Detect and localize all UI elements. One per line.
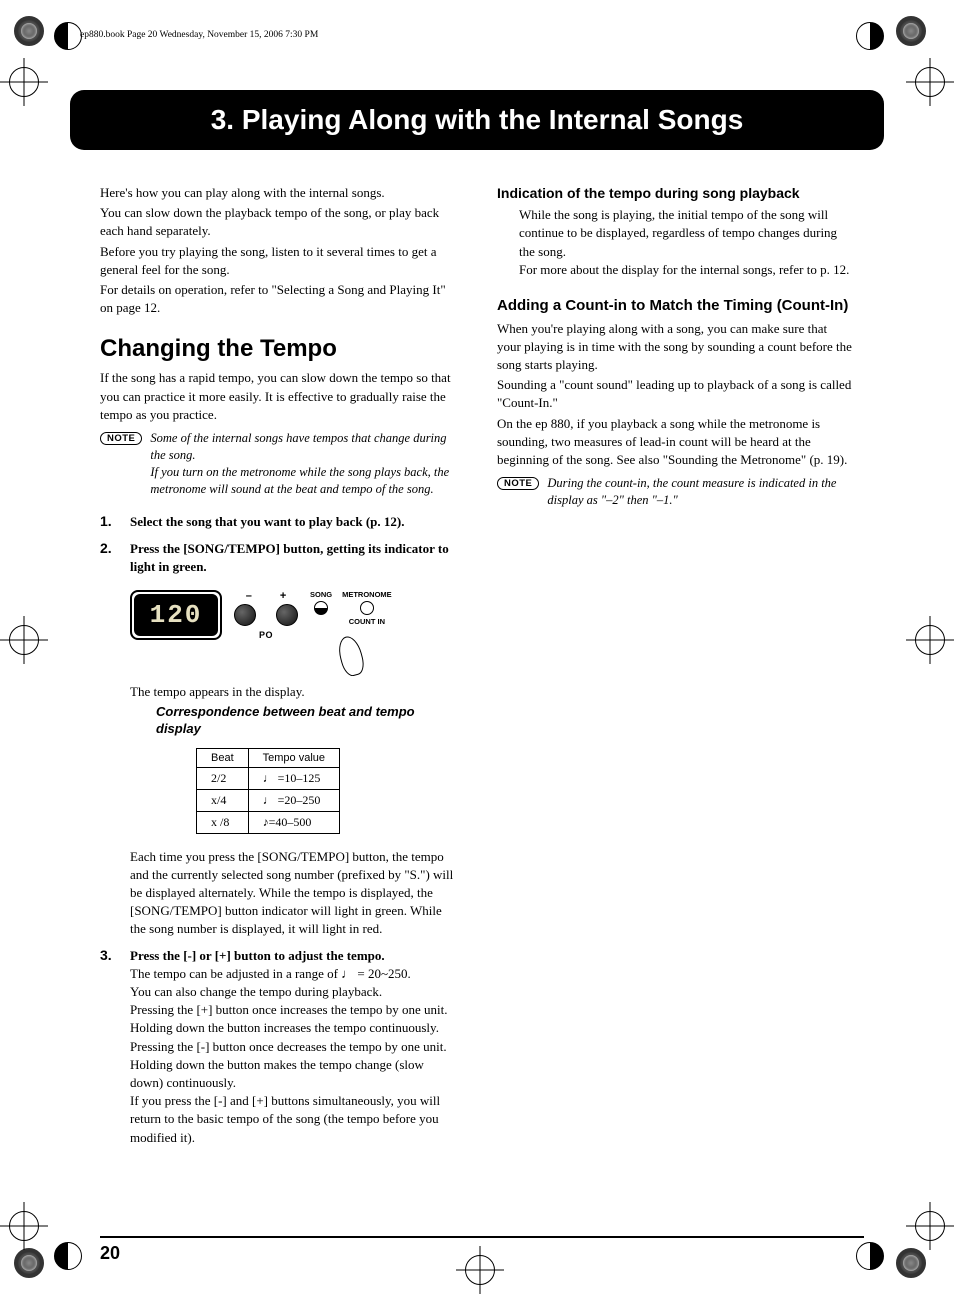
right-button-cluster: SONG METRONOME COUNT IN [310,590,392,676]
song-label: SONG [310,590,332,599]
minus-label: – [246,590,252,602]
step3-p2: You can also change the tempo during pla… [130,983,457,1001]
finger-icon [335,634,367,678]
step3-p5: If you press the [-] and [+] buttons sim… [130,1092,457,1147]
heading-indication: Indication of the tempo during song play… [497,184,854,202]
cell-value: ♩ =20–250 [248,789,339,811]
tempo-small-label: PO [259,630,273,640]
cell-value: ♪=40–500 [248,811,339,833]
caption-tempo-display: The tempo appears in the display. [130,684,457,700]
intro-block: Here's how you can play along with the i… [100,184,457,317]
note-text: During the count-in, the count measure i… [547,475,854,509]
indication-p1: While the song is playing, the initial t… [519,206,854,261]
step-1-title: Select the song that you want to play ba… [130,514,404,529]
note-badge: NOTE [100,432,142,445]
cell-beat: 2/2 [197,767,249,789]
th-value: Tempo value [248,748,339,767]
note-countin: NOTE During the count-in, the count meas… [497,475,854,509]
tempo-table: Beat Tempo value 2/2 ♩ =10–125 x/4 ♩ =20… [196,748,340,834]
step-3-num: 3. [100,947,118,1147]
countin-label: COUNT IN [349,617,385,626]
step-3: 3. Press the [-] or [+] button to adjust… [100,947,457,1147]
table-row: x/4 ♩ =20–250 [197,789,340,811]
plus-minus-cluster: – + PO [234,590,298,640]
panel-illustration: 120 – + PO SONG [130,590,457,676]
step-1-num: 1. [100,513,118,531]
chapter-title: 3. Playing Along with the Internal Songs [70,90,884,150]
intro-p1: Here's how you can play along with the i… [100,184,457,202]
intro-p2: You can slow down the playback tempo of … [100,204,457,240]
note-badge: NOTE [497,477,539,490]
metronome-label: METRONOME [342,590,392,599]
intro-p4: For details on operation, refer to "Sele… [100,281,457,317]
footer-rule [100,1236,864,1238]
step3-p3: Pressing the [+] button once increases t… [130,1001,457,1037]
countin-block: When you're playing along with a song, y… [497,320,854,470]
note-1: NOTE Some of the internal songs have tem… [100,430,457,498]
right-column: Indication of the tempo during song play… [497,184,854,1155]
th-beat: Beat [197,748,249,767]
lcd-display: 120 [130,590,222,640]
step-2-num: 2. [100,540,118,576]
left-column: Here's how you can play along with the i… [100,184,457,1155]
lcd-value: 120 [134,594,218,636]
step-2: 2. Press the [SONG/TEMPO] button, gettin… [100,540,457,576]
table-subhead: Correspondence between beat and tempo di… [156,704,457,738]
step3-p1: The tempo can be adjusted in a range of … [130,965,457,983]
countin-p2: Sounding a "count sound" leading up to p… [497,376,854,412]
table-row: x /8 ♪=40–500 [197,811,340,833]
step3-p4: Pressing the [-] button once decreases t… [130,1038,457,1093]
song-tempo-button-icon [314,601,328,615]
step-1: 1. Select the song that you want to play… [100,513,457,531]
intro-p3: Before you try playing the song, listen … [100,243,457,279]
minus-button-icon [234,604,256,626]
indication-block: While the song is playing, the initial t… [519,206,854,279]
heading-countin: Adding a Count-in to Match the Timing (C… [497,297,854,316]
cell-beat: x /8 [197,811,249,833]
page-number: 20 [100,1243,120,1264]
step-2-title: Press the [SONG/TEMPO] button, getting i… [130,541,449,574]
plus-label: + [280,590,286,602]
changing-tempo-text: If the song has a rapid tempo, you can s… [100,369,457,424]
after-table-text: Each time you press the [SONG/TEMPO] but… [130,848,457,939]
countin-p3: On the ep 880, if you playback a song wh… [497,415,854,470]
indication-p2: For more about the display for the inter… [519,261,854,279]
header-meta: ep880.book Page 20 Wednesday, November 1… [80,30,884,40]
countin-p1: When you're playing along with a song, y… [497,320,854,375]
step-3-title: Press the [-] or [+] button to adjust th… [130,947,457,965]
table-row: 2/2 ♩ =10–125 [197,767,340,789]
plus-button-icon [276,604,298,626]
cell-beat: x/4 [197,789,249,811]
heading-changing-tempo: Changing the Tempo [100,335,457,365]
metronome-button-icon [360,601,374,615]
cell-value: ♩ =10–125 [248,767,339,789]
note-text: Some of the internal songs have tempos t… [150,430,457,498]
